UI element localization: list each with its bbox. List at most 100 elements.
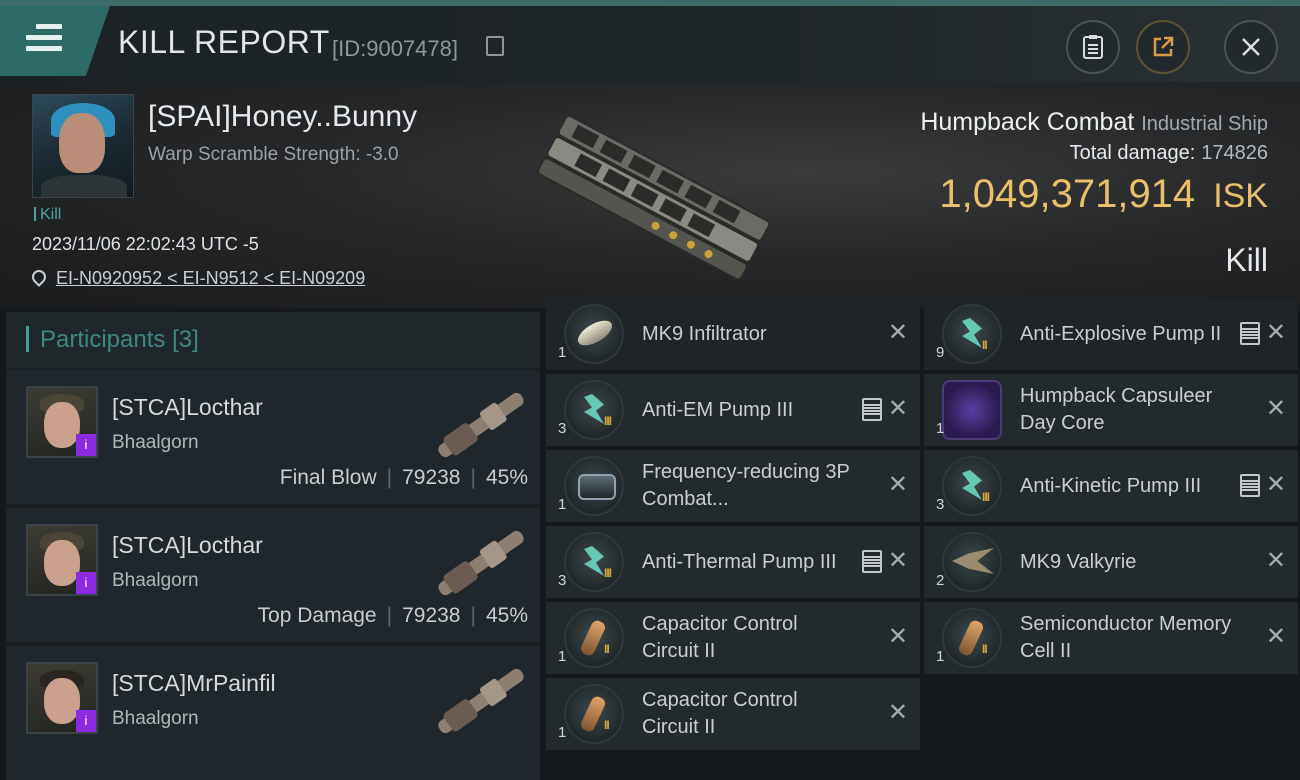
clipboard-icon xyxy=(1083,35,1103,59)
module-item[interactable]: 1 Frequency-reducing 3P Combat... ✕ xyxy=(546,450,920,522)
participants-accent-bar xyxy=(26,326,29,352)
module-item[interactable]: II 1 Semiconductor Memory Cell II ✕ xyxy=(924,602,1298,674)
menu-button[interactable] xyxy=(0,6,110,76)
ship-class: Industrial Ship xyxy=(1141,113,1268,135)
menu-icon xyxy=(26,24,62,57)
share-icon xyxy=(1153,36,1174,57)
module-name: Frequency-reducing 3P Combat... xyxy=(642,461,850,510)
close-icon[interactable]: ✕ xyxy=(888,470,908,499)
total-damage: Total damage: 174826 xyxy=(1070,142,1268,165)
close-icon[interactable]: ✕ xyxy=(1266,394,1286,423)
module-item[interactable]: 2 MK9 Valkyrie ✕ xyxy=(924,526,1298,598)
module-name: MK9 Valkyrie xyxy=(1020,550,1137,573)
ship-icon xyxy=(438,668,524,734)
participant-name: [STCA]MrPainfil xyxy=(112,670,276,696)
info-badge-icon: i xyxy=(76,572,96,594)
participant-ship: Bhaalgorn xyxy=(112,432,199,453)
close-icon[interactable]: ✕ xyxy=(1266,546,1286,575)
module-name: Capacitor Control Circuit II xyxy=(642,613,798,662)
participant-card[interactable]: i [STCA]MrPainfil Bhaalgorn xyxy=(6,646,540,780)
module-item[interactable]: II 9 Anti-Explosive Pump II ✕ xyxy=(924,298,1298,370)
page-title: KILL REPORT xyxy=(118,24,330,60)
total-damage-value: 174826 xyxy=(1201,142,1268,164)
stack-icon[interactable] xyxy=(860,398,882,421)
pump-icon xyxy=(564,532,624,592)
participant-card[interactable]: i [STCA]Locthar Bhaalgorn Top Damage | 792… xyxy=(6,508,540,642)
victim-name[interactable]: [SPAI]Honey..Bunny xyxy=(148,100,417,134)
module-item[interactable]: III 3 Anti-Thermal Pump III ✕ xyxy=(546,526,920,598)
close-icon[interactable]: ✕ xyxy=(888,394,908,423)
ship-icon xyxy=(438,530,524,596)
tier-badge: III xyxy=(604,566,612,580)
module-name: Anti-Explosive Pump II xyxy=(1020,322,1222,345)
module-item[interactable]: III 3 Anti-EM Pump III ✕ xyxy=(546,374,920,446)
ship-icon xyxy=(438,392,524,458)
stack-icon[interactable] xyxy=(860,550,882,573)
circuit-icon xyxy=(942,608,1002,668)
close-icon[interactable]: ✕ xyxy=(888,622,908,651)
clipboard-button[interactable] xyxy=(1066,20,1120,74)
tier-badge: III xyxy=(604,414,612,428)
isk-amount: 1,049,371,914 xyxy=(939,172,1196,216)
report-id: [ID:9007478] xyxy=(332,36,458,61)
victim-portrait[interactable] xyxy=(32,94,134,198)
participant-ship: Bhaalgorn xyxy=(112,708,199,729)
ship-type: Humpback Combat xyxy=(920,108,1135,136)
module-item[interactable]: II 1 Capacitor Control Circuit II ✕ xyxy=(546,678,920,750)
isk-value: 1,049,371,914 ISK xyxy=(939,172,1268,217)
participant-card[interactable]: i [STCA]Locthar Bhaalgorn Final Blow | 792… xyxy=(6,370,540,504)
stack-icon[interactable] xyxy=(1238,474,1260,497)
ship-name[interactable]: Humpback Combat Industrial Ship xyxy=(920,108,1268,137)
location-path[interactable]: EI-N0920952 < EI-N9512 < EI-N09209 xyxy=(56,268,365,288)
module-item[interactable]: 1 Humpback Capsuleer Day Core ✕ xyxy=(924,374,1298,446)
kill-tag: Kill xyxy=(34,206,61,224)
module-item[interactable]: III 3 Anti-Kinetic Pump III ✕ xyxy=(924,450,1298,522)
core-icon xyxy=(942,380,1002,440)
close-button[interactable] xyxy=(1224,20,1278,74)
header-bar: KILL REPORT [ID:9007478] xyxy=(0,6,1300,82)
close-icon[interactable]: ✕ xyxy=(888,698,908,727)
participant-avatar: i xyxy=(26,386,98,458)
module-quantity: 2 xyxy=(936,572,945,589)
module-name: Anti-Thermal Pump III xyxy=(642,550,837,573)
tier-badge: II xyxy=(604,642,610,656)
module-name: Anti-Kinetic Pump III xyxy=(1020,474,1202,497)
module-item[interactable]: 1 MK9 Infiltrator ✕ xyxy=(546,298,920,370)
share-button[interactable] xyxy=(1136,20,1190,74)
module-quantity: 1 xyxy=(558,724,567,741)
participants-header: Participants [3] xyxy=(6,312,540,368)
ship-image xyxy=(536,114,771,280)
close-icon[interactable]: ✕ xyxy=(1266,622,1286,651)
close-icon[interactable]: ✕ xyxy=(888,546,908,575)
warp-scramble-strength: Warp Scramble Strength: -3.0 xyxy=(148,144,399,165)
close-icon[interactable]: ✕ xyxy=(1266,318,1286,347)
close-icon xyxy=(1242,38,1260,56)
info-badge-icon: i xyxy=(76,434,96,456)
circuit-icon xyxy=(564,684,624,744)
copy-icon[interactable] xyxy=(486,36,504,56)
drone-icon xyxy=(564,304,624,364)
tier-badge: III xyxy=(982,490,990,504)
module-quantity: 1 xyxy=(936,420,945,437)
pump-icon xyxy=(942,456,1002,516)
module-name: Humpback Capsuleer Day Core xyxy=(1020,385,1213,434)
tier-badge: II xyxy=(604,718,610,732)
kill-location[interactable]: EI-N0920952 < EI-N9512 < EI-N09209 xyxy=(29,267,365,289)
participants-title: Participants [3] xyxy=(40,326,199,353)
module-item[interactable]: II 1 Capacitor Control Circuit II ✕ xyxy=(546,602,920,674)
scope-icon xyxy=(564,456,624,516)
participant-name: [STCA]Locthar xyxy=(112,532,263,558)
participants-panel[interactable]: Participants [3] i [STCA]Locthar Bhaalgo… xyxy=(6,312,540,780)
circuit-icon xyxy=(564,608,624,668)
tier-badge: II xyxy=(982,642,988,656)
participant-name: [STCA]Locthar xyxy=(112,394,263,420)
module-quantity: 1 xyxy=(936,648,945,665)
isk-unit: ISK xyxy=(1213,177,1268,215)
module-quantity: 1 xyxy=(558,344,567,361)
close-icon[interactable]: ✕ xyxy=(1266,470,1286,499)
stack-icon[interactable] xyxy=(1238,322,1260,345)
tier-badge: II xyxy=(982,338,988,352)
close-icon[interactable]: ✕ xyxy=(888,318,908,347)
module-quantity: 9 xyxy=(936,344,945,361)
total-damage-label: Total damage: xyxy=(1069,142,1196,164)
